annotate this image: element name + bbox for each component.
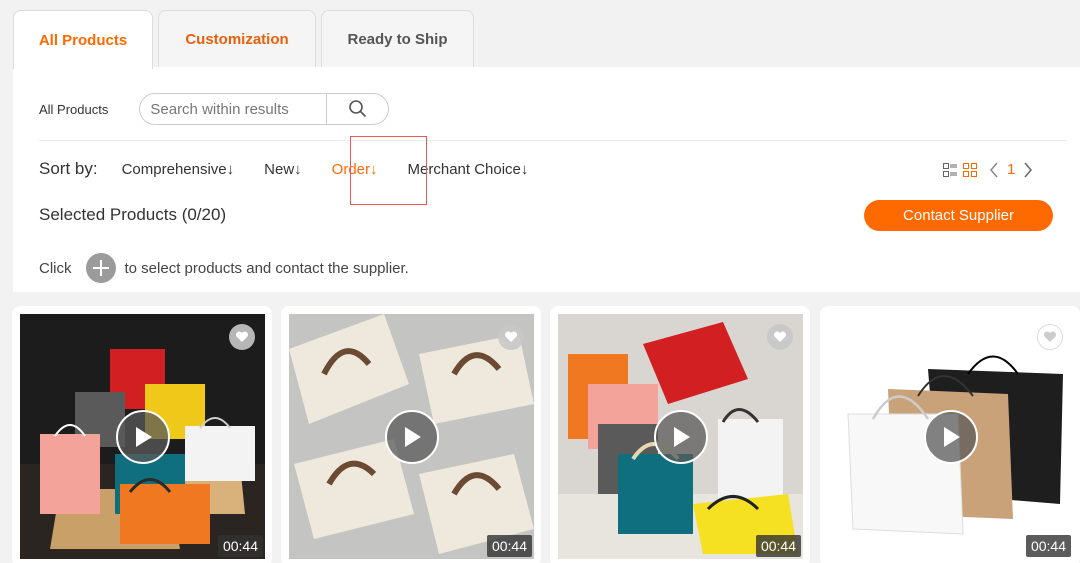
next-page-icon[interactable]: [1023, 162, 1033, 178]
current-page: 1: [1007, 161, 1016, 178]
video-duration: 00:44: [217, 535, 263, 557]
product-card[interactable]: 00:44: [12, 306, 272, 563]
product-card[interactable]: 00:44: [550, 306, 810, 563]
tab-ready-to-ship[interactable]: Ready to Ship: [321, 10, 474, 68]
play-video-icon[interactable]: [385, 410, 439, 464]
sort-bar: Sort by: Comprehensive↓ New↓ Order↓ Merc…: [39, 136, 558, 205]
play-video-icon[interactable]: [654, 410, 708, 464]
product-grid: 00:44 00:44 00:44 00:44: [12, 306, 1080, 563]
favorite-heart-icon[interactable]: [229, 324, 255, 350]
play-video-icon[interactable]: [116, 410, 170, 464]
product-image[interactable]: 00:44: [289, 314, 534, 559]
highlight-box: [350, 136, 427, 205]
contact-supplier-button[interactable]: Contact Supplier: [864, 200, 1053, 231]
plus-icon: [85, 253, 116, 283]
product-image[interactable]: 00:44: [20, 314, 265, 559]
product-card[interactable]: 00:44: [820, 306, 1080, 563]
sort-comprehensive[interactable]: Comprehensive↓: [122, 161, 235, 178]
video-duration: 00:44: [1025, 535, 1071, 557]
favorite-heart-icon[interactable]: [1037, 324, 1063, 350]
pagination: 1: [943, 161, 1080, 178]
product-image[interactable]: 00:44: [828, 314, 1073, 559]
search-icon: [349, 100, 366, 118]
video-duration: 00:44: [755, 535, 801, 557]
play-video-icon[interactable]: [924, 410, 978, 464]
list-view-icon[interactable]: [943, 162, 957, 177]
search-input[interactable]: [150, 100, 327, 118]
hint-suffix: to select products and contact the suppl…: [124, 259, 409, 277]
tab-all-products[interactable]: All Products: [13, 10, 153, 69]
breadcrumb[interactable]: All Products: [39, 102, 108, 117]
selection-hint: Click to select products and contact the…: [39, 253, 409, 283]
tab-bar: All Products Customization Ready to Ship: [13, 10, 479, 69]
filter-panel: All Products Sort by: Comprehensive↓ New…: [13, 67, 1080, 292]
search-box: [139, 93, 390, 125]
video-duration: 00:44: [486, 535, 532, 557]
favorite-heart-icon[interactable]: [498, 324, 524, 350]
search-button[interactable]: [326, 94, 388, 124]
prev-page-icon[interactable]: [989, 162, 999, 178]
hint-prefix: Click: [39, 259, 72, 277]
divider: [39, 140, 1067, 141]
product-image[interactable]: 00:44: [558, 314, 803, 559]
favorite-heart-icon[interactable]: [767, 324, 793, 350]
sort-new[interactable]: New↓: [264, 161, 302, 178]
sort-label: Sort by:: [39, 159, 98, 178]
product-card[interactable]: 00:44: [281, 306, 541, 563]
grid-view-icon[interactable]: [963, 162, 977, 177]
tab-customization[interactable]: Customization: [158, 10, 316, 68]
selected-count: Selected Products (0/20): [39, 205, 227, 224]
